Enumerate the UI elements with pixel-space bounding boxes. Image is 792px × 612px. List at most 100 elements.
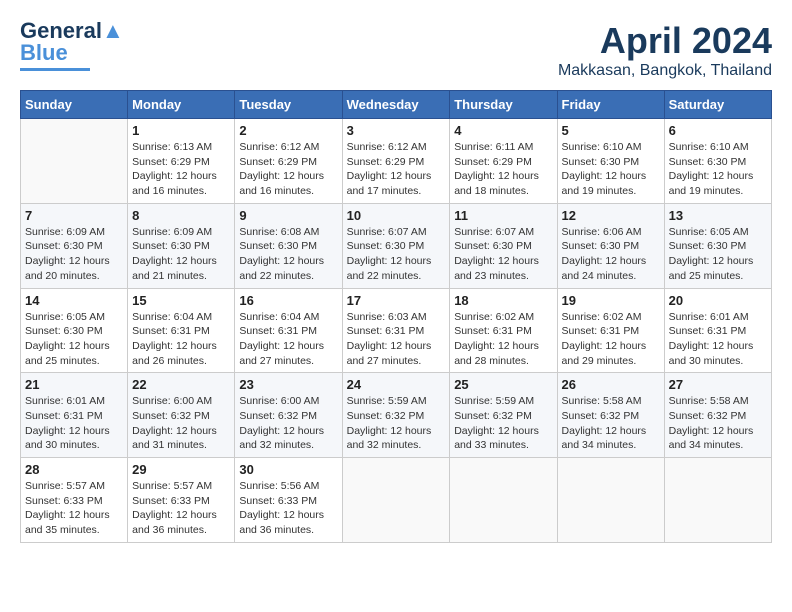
day-info: Sunrise: 6:01 AM Sunset: 6:31 PM Dayligh… (25, 394, 123, 453)
day-number: 14 (25, 293, 123, 308)
day-info: Sunrise: 6:13 AM Sunset: 6:29 PM Dayligh… (132, 140, 230, 199)
day-number: 22 (132, 377, 230, 392)
header-cell-saturday: Saturday (664, 91, 771, 119)
day-number: 13 (669, 208, 767, 223)
location-title: Makkasan, Bangkok, Thailand (558, 62, 772, 80)
day-cell: 15 Sunrise: 6:04 AM Sunset: 6:31 PM Dayli… (128, 288, 235, 373)
day-number: 27 (669, 377, 767, 392)
day-info: Sunrise: 5:59 AM Sunset: 6:32 PM Dayligh… (454, 394, 552, 453)
logo-blue: Blue (20, 40, 68, 66)
month-title: April 2024 (558, 20, 772, 62)
day-number: 10 (347, 208, 446, 223)
day-info: Sunrise: 6:09 AM Sunset: 6:30 PM Dayligh… (132, 225, 230, 284)
day-info: Sunrise: 5:57 AM Sunset: 6:33 PM Dayligh… (132, 479, 230, 538)
day-number: 4 (454, 123, 552, 138)
day-info: Sunrise: 6:02 AM Sunset: 6:31 PM Dayligh… (562, 310, 660, 369)
day-info: Sunrise: 6:11 AM Sunset: 6:29 PM Dayligh… (454, 140, 552, 199)
day-number: 23 (239, 377, 337, 392)
day-number: 28 (25, 462, 123, 477)
day-number: 3 (347, 123, 446, 138)
day-cell: 13 Sunrise: 6:05 AM Sunset: 6:30 PM Dayli… (664, 203, 771, 288)
day-info: Sunrise: 6:07 AM Sunset: 6:30 PM Dayligh… (454, 225, 552, 284)
day-number: 12 (562, 208, 660, 223)
day-info: Sunrise: 6:00 AM Sunset: 6:32 PM Dayligh… (239, 394, 337, 453)
day-cell: 12Sunrise: 6:06 AM Sunset: 6:30 PM Dayli… (557, 203, 664, 288)
week-row-3: 14 Sunrise: 6:05 AM Sunset: 6:30 PM Dayli… (21, 288, 772, 373)
day-info: Sunrise: 6:07 AM Sunset: 6:30 PM Dayligh… (347, 225, 446, 284)
header-cell-tuesday: Tuesday (235, 91, 342, 119)
day-cell: 6Sunrise: 6:10 AM Sunset: 6:30 PM Daylig… (664, 119, 771, 204)
day-cell (342, 458, 450, 543)
day-info: Sunrise: 6:05 AM Sunset: 6:30 PM Dayligh… (669, 225, 767, 284)
day-cell (21, 119, 128, 204)
day-number: 18 (454, 293, 552, 308)
day-info: Sunrise: 5:57 AM Sunset: 6:33 PM Dayligh… (25, 479, 123, 538)
day-cell: 19 Sunrise: 6:02 AM Sunset: 6:31 PM Dayli… (557, 288, 664, 373)
calendar-table: SundayMondayTuesdayWednesdayThursdayFrid… (20, 90, 772, 543)
day-number: 30 (239, 462, 337, 477)
day-cell: 5 Sunrise: 6:10 AM Sunset: 6:30 PM Daylig… (557, 119, 664, 204)
day-info: Sunrise: 5:59 AM Sunset: 6:32 PM Dayligh… (347, 394, 446, 453)
day-cell: 3 Sunrise: 6:12 AM Sunset: 6:29 PM Daylig… (342, 119, 450, 204)
day-number: 21 (25, 377, 123, 392)
day-cell: 20 Sunrise: 6:01 AM Sunset: 6:31 PM Dayli… (664, 288, 771, 373)
day-info: Sunrise: 6:12 AM Sunset: 6:29 PM Dayligh… (347, 140, 446, 199)
day-number: 2 (239, 123, 337, 138)
day-number: 26 (562, 377, 660, 392)
day-info: Sunrise: 6:04 AM Sunset: 6:31 PM Dayligh… (132, 310, 230, 369)
day-number: 6 (669, 123, 767, 138)
day-cell: 2 Sunrise: 6:12 AM Sunset: 6:29 PM Daylig… (235, 119, 342, 204)
day-cell: 9Sunrise: 6:08 AM Sunset: 6:30 PM Daylig… (235, 203, 342, 288)
day-info: Sunrise: 6:10 AM Sunset: 6:30 PM Dayligh… (562, 140, 660, 199)
day-number: 24 (347, 377, 446, 392)
day-cell: 16 Sunrise: 6:04 AM Sunset: 6:31 PM Dayli… (235, 288, 342, 373)
day-number: 15 (132, 293, 230, 308)
day-cell: 17Sunrise: 6:03 AM Sunset: 6:31 PM Dayli… (342, 288, 450, 373)
day-info: Sunrise: 6:00 AM Sunset: 6:32 PM Dayligh… (132, 394, 230, 453)
day-info: Sunrise: 5:58 AM Sunset: 6:32 PM Dayligh… (669, 394, 767, 453)
day-number: 7 (25, 208, 123, 223)
header-cell-thursday: Thursday (450, 91, 557, 119)
day-cell: 8 Sunrise: 6:09 AM Sunset: 6:30 PM Daylig… (128, 203, 235, 288)
day-number: 5 (562, 123, 660, 138)
day-cell: 14 Sunrise: 6:05 AM Sunset: 6:30 PM Dayli… (21, 288, 128, 373)
day-number: 16 (239, 293, 337, 308)
header-row: SundayMondayTuesdayWednesdayThursdayFrid… (21, 91, 772, 119)
day-info: Sunrise: 6:01 AM Sunset: 6:31 PM Dayligh… (669, 310, 767, 369)
day-number: 29 (132, 462, 230, 477)
day-cell: 10 Sunrise: 6:07 AM Sunset: 6:30 PM Dayli… (342, 203, 450, 288)
day-info: Sunrise: 6:12 AM Sunset: 6:29 PM Dayligh… (239, 140, 337, 199)
day-info: Sunrise: 6:09 AM Sunset: 6:30 PM Dayligh… (25, 225, 123, 284)
day-cell: 28 Sunrise: 5:57 AM Sunset: 6:33 PM Dayli… (21, 458, 128, 543)
day-number: 11 (454, 208, 552, 223)
day-number: 8 (132, 208, 230, 223)
day-info: Sunrise: 5:56 AM Sunset: 6:33 PM Dayligh… (239, 479, 337, 538)
week-row-1: 1Sunrise: 6:13 AM Sunset: 6:29 PM Daylig… (21, 119, 772, 204)
day-info: Sunrise: 6:05 AM Sunset: 6:30 PM Dayligh… (25, 310, 123, 369)
header-cell-friday: Friday (557, 91, 664, 119)
day-cell: 23 Sunrise: 6:00 AM Sunset: 6:32 PM Dayli… (235, 373, 342, 458)
day-number: 19 (562, 293, 660, 308)
day-cell: 30 Sunrise: 5:56 AM Sunset: 6:33 PM Dayli… (235, 458, 342, 543)
day-cell (557, 458, 664, 543)
week-row-2: 7 Sunrise: 6:09 AM Sunset: 6:30 PM Daylig… (21, 203, 772, 288)
day-number: 20 (669, 293, 767, 308)
day-cell: 11 Sunrise: 6:07 AM Sunset: 6:30 PM Dayli… (450, 203, 557, 288)
header-cell-sunday: Sunday (21, 91, 128, 119)
logo-text: General▲ (20, 20, 124, 42)
day-cell: 21 Sunrise: 6:01 AM Sunset: 6:31 PM Dayli… (21, 373, 128, 458)
day-cell: 24 Sunrise: 5:59 AM Sunset: 6:32 PM Dayli… (342, 373, 450, 458)
title-area: April 2024 Makkasan, Bangkok, Thailand (558, 20, 772, 80)
header-cell-wednesday: Wednesday (342, 91, 450, 119)
day-cell: 18Sunrise: 6:02 AM Sunset: 6:31 PM Dayli… (450, 288, 557, 373)
day-number: 25 (454, 377, 552, 392)
week-row-4: 21 Sunrise: 6:01 AM Sunset: 6:31 PM Dayli… (21, 373, 772, 458)
week-row-5: 28 Sunrise: 5:57 AM Sunset: 6:33 PM Dayli… (21, 458, 772, 543)
day-cell: 4 Sunrise: 6:11 AM Sunset: 6:29 PM Daylig… (450, 119, 557, 204)
header: General▲ Blue April 2024 Makkasan, Bangk… (20, 20, 772, 80)
day-cell: 29 Sunrise: 5:57 AM Sunset: 6:33 PM Dayli… (128, 458, 235, 543)
day-cell: 27 Sunrise: 5:58 AM Sunset: 6:32 PM Dayli… (664, 373, 771, 458)
day-info: Sunrise: 6:04 AM Sunset: 6:31 PM Dayligh… (239, 310, 337, 369)
day-cell: 1Sunrise: 6:13 AM Sunset: 6:29 PM Daylig… (128, 119, 235, 204)
header-cell-monday: Monday (128, 91, 235, 119)
